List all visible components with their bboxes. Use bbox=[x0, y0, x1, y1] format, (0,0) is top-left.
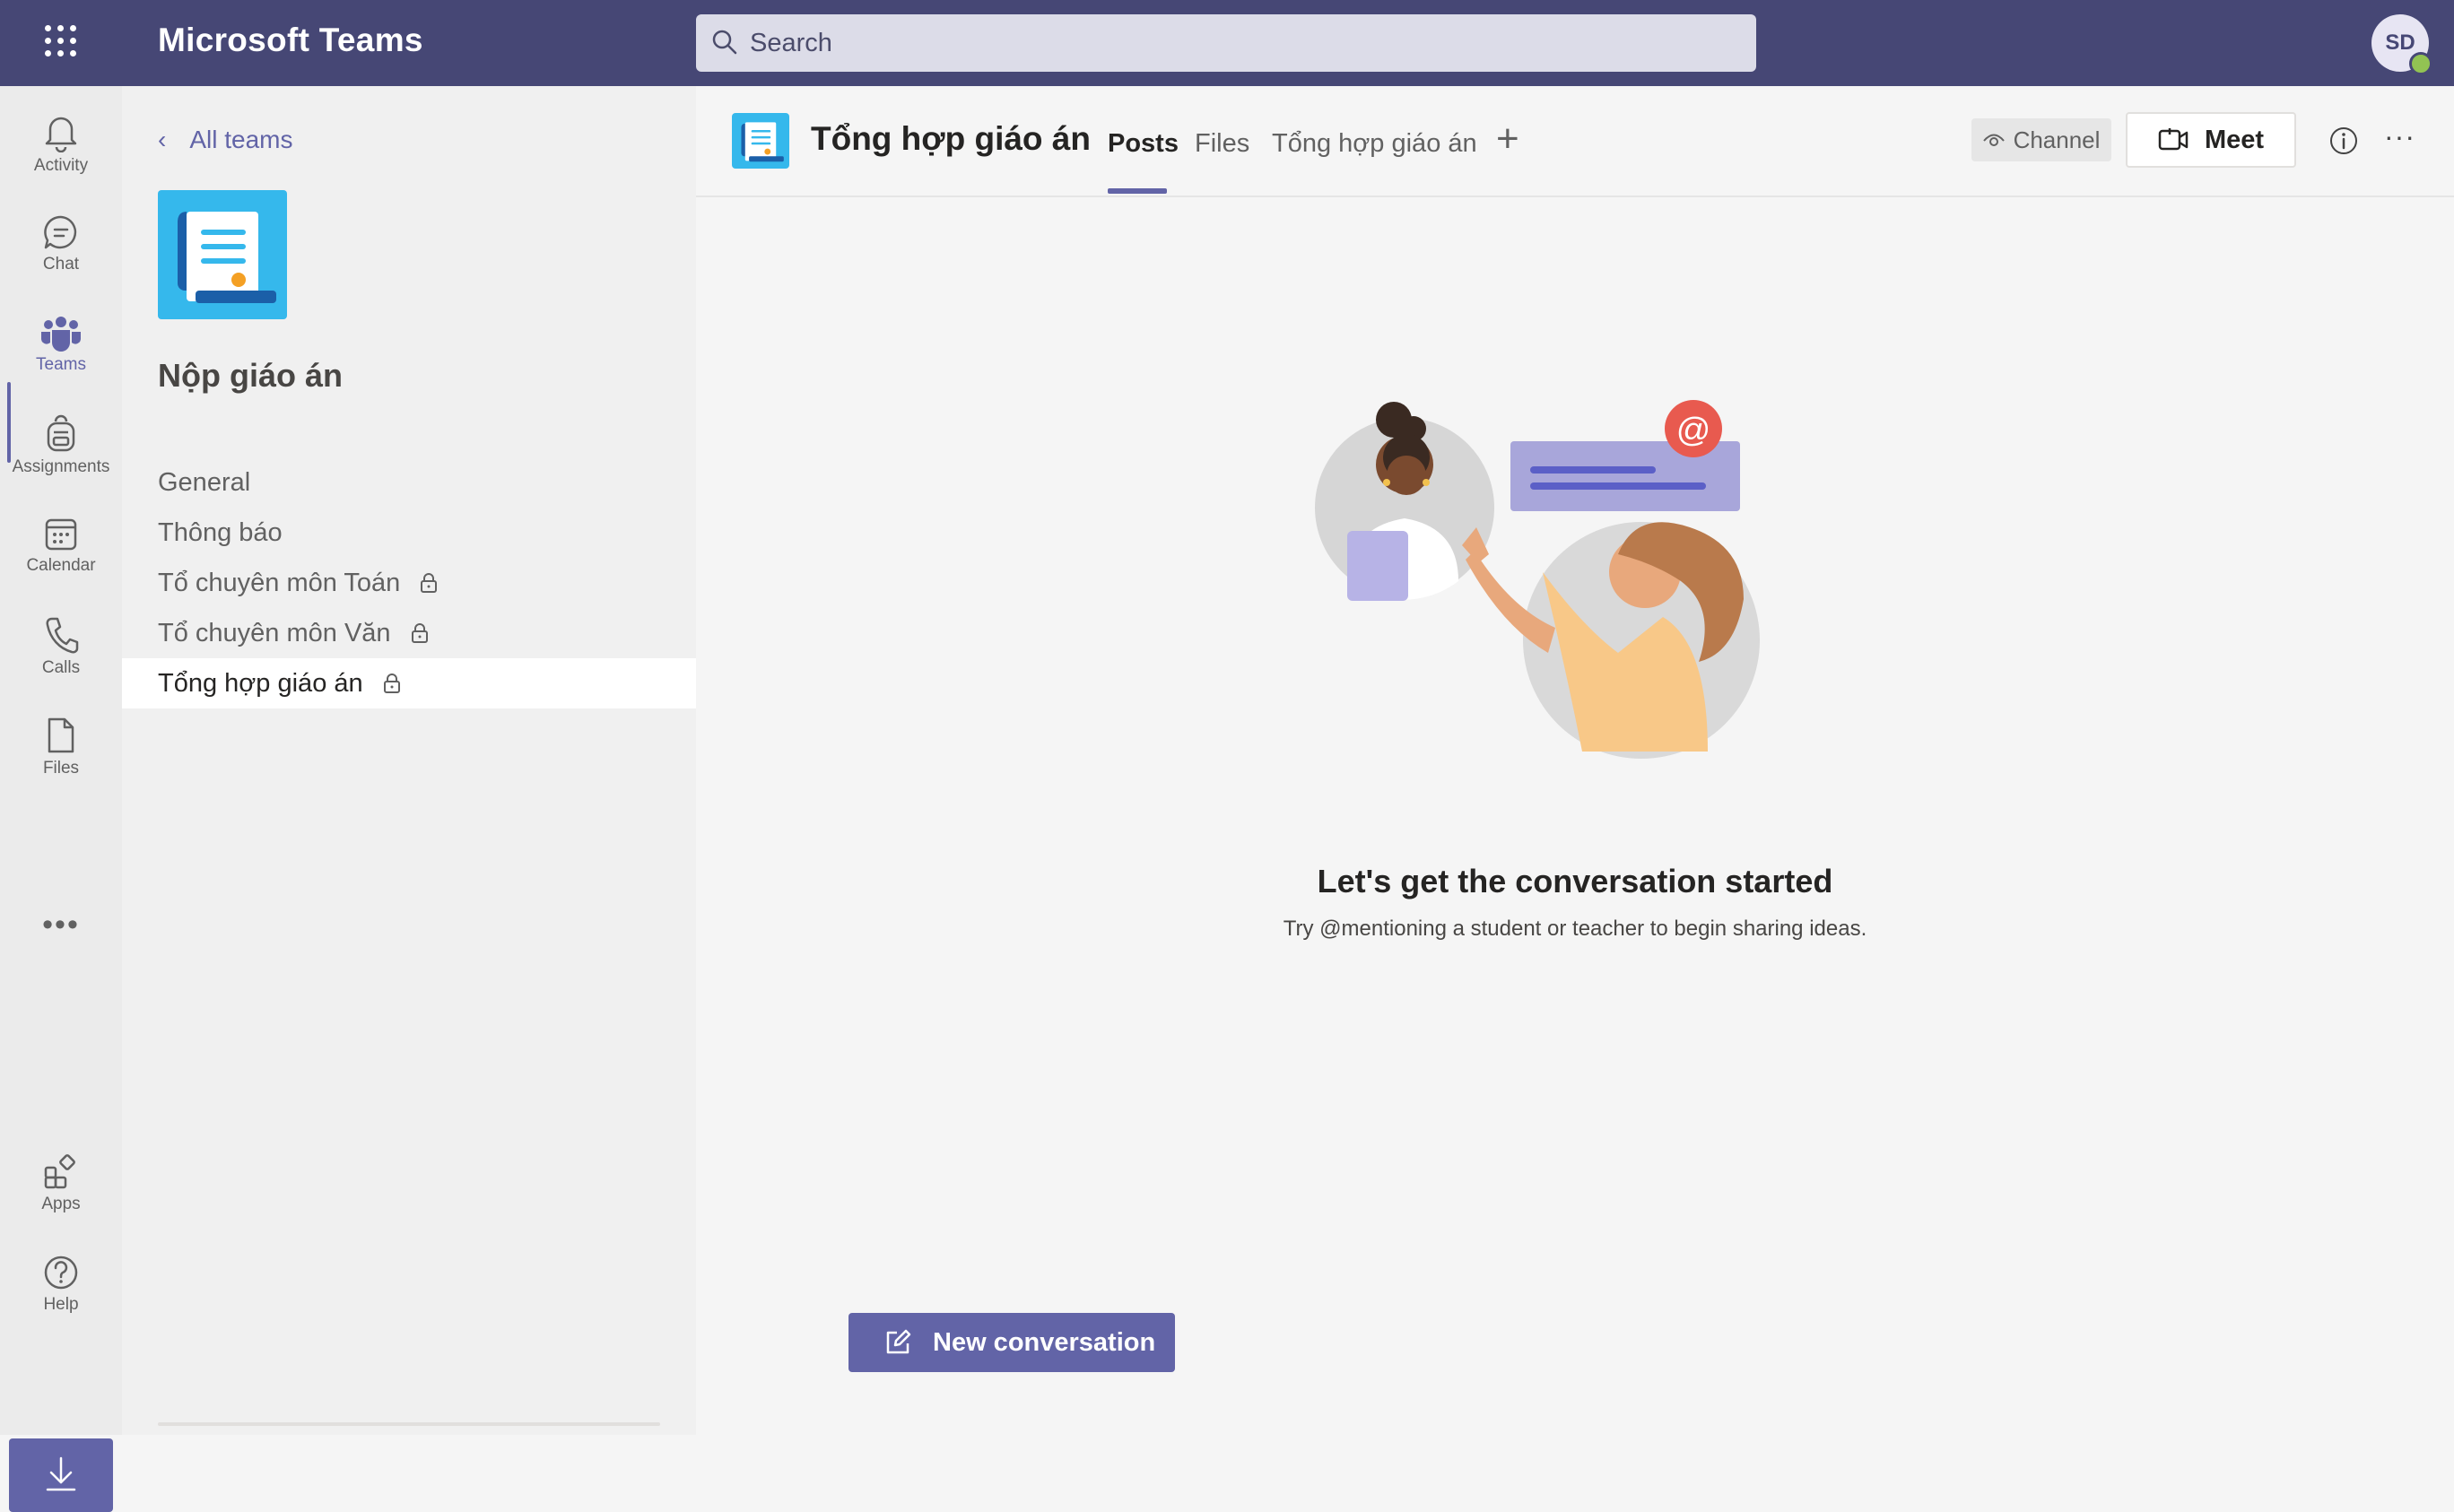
compose-icon bbox=[886, 1329, 911, 1354]
top-bar: Microsoft Teams SD bbox=[0, 0, 2454, 86]
rail-item-assignments[interactable]: Assignments bbox=[0, 402, 122, 493]
conversation-illustration: @ bbox=[1315, 400, 1760, 759]
bell-icon bbox=[45, 117, 77, 152]
rail-item-activity[interactable]: Activity bbox=[0, 100, 122, 192]
rail-label-files: Files bbox=[42, 759, 80, 778]
channel-name: General bbox=[158, 467, 251, 497]
team-name: Nộp giáo án bbox=[158, 357, 343, 394]
add-tab-button[interactable]: + bbox=[1496, 117, 1519, 161]
channel-item-thong-bao[interactable]: Thông báo bbox=[122, 508, 696, 558]
rail-item-help[interactable]: Help bbox=[0, 1241, 122, 1333]
rail-item-teams[interactable]: Teams bbox=[0, 301, 122, 393]
channel-chip-label: Channel bbox=[2013, 126, 2101, 153]
svg-text:@: @ bbox=[1676, 412, 1711, 449]
chevron-left-icon: ‹ bbox=[158, 126, 167, 153]
channel-item-to-chuyen-mon-toan[interactable]: Tổ chuyên môn Toán bbox=[122, 558, 696, 608]
empty-state-subtitle: Try @mentioning a student or teacher to … bbox=[1283, 917, 1867, 941]
rail-label-apps: Apps bbox=[41, 1195, 81, 1213]
all-teams-link[interactable]: ‹ All teams bbox=[158, 122, 292, 158]
meet-button[interactable]: Meet bbox=[2126, 112, 2296, 168]
presence-available-icon bbox=[2409, 52, 2432, 75]
teams-icon bbox=[41, 317, 81, 352]
file-icon bbox=[48, 717, 74, 753]
rail-label-calendar: Calendar bbox=[26, 556, 96, 575]
phone-icon bbox=[46, 617, 79, 654]
new-conversation-button[interactable]: New conversation bbox=[848, 1313, 1175, 1372]
rail-label-assignments: Assignments bbox=[12, 457, 110, 476]
meet-label: Meet bbox=[2204, 125, 2265, 154]
search-box[interactable] bbox=[696, 14, 1756, 72]
chat-icon bbox=[44, 215, 77, 249]
more-apps-icon[interactable]: ••• bbox=[0, 908, 122, 943]
download-button[interactable] bbox=[9, 1438, 113, 1512]
rail-label-teams: Teams bbox=[36, 355, 86, 374]
channel-item-general[interactable]: General bbox=[122, 457, 696, 508]
rail-label-calls: Calls bbox=[41, 658, 81, 677]
active-tab-underline bbox=[1108, 188, 1167, 194]
scroll-document-icon bbox=[741, 122, 784, 162]
help-icon bbox=[44, 1256, 78, 1290]
channel-name: Tổ chuyên môn Văn bbox=[158, 618, 391, 647]
lock-icon bbox=[421, 573, 438, 593]
channel-item-tong-hop-giao-an[interactable]: Tổng hợp giáo án bbox=[122, 658, 696, 708]
channel-header: Tổng hợp giáo án Posts Files Tổng hợp gi… bbox=[696, 86, 2454, 197]
more-options-icon[interactable]: ··· bbox=[2384, 120, 2415, 153]
backpack-icon bbox=[47, 414, 75, 452]
lock-icon bbox=[411, 623, 428, 643]
tab-tong-hop-giao-an[interactable]: Tổng hợp giáo án bbox=[1272, 129, 1477, 159]
tab-files[interactable]: Files bbox=[1195, 129, 1249, 159]
horizontal-scrollbar[interactable] bbox=[158, 1422, 660, 1426]
rail-item-calendar[interactable]: Calendar bbox=[0, 502, 122, 594]
channel-name: Tổ chuyên môn Toán bbox=[158, 568, 401, 597]
app-rail: Activity Chat Teams Assignments Calendar… bbox=[0, 86, 122, 1512]
channel-info-chip[interactable]: Channel bbox=[1971, 118, 2111, 161]
search-icon bbox=[712, 30, 737, 55]
scroll-document-icon bbox=[178, 212, 276, 303]
app-title: Microsoft Teams bbox=[158, 22, 423, 58]
channel-name: Tổng hợp giáo án bbox=[158, 668, 363, 698]
channel-title: Tổng hợp giáo án bbox=[811, 120, 1091, 157]
channel-item-to-chuyen-mon-van[interactable]: Tổ chuyên môn Văn bbox=[122, 608, 696, 658]
channel-name: Thông báo bbox=[158, 517, 283, 547]
rail-item-chat[interactable]: Chat bbox=[0, 201, 122, 292]
empty-state-title: Let's get the conversation started bbox=[1317, 863, 1833, 899]
rail-item-files[interactable]: Files bbox=[0, 703, 122, 795]
team-panel: ‹ All teams Nộp giáo án General Thông bá… bbox=[122, 86, 697, 1435]
search-input[interactable] bbox=[748, 20, 1738, 66]
info-icon[interactable] bbox=[2328, 126, 2359, 156]
lock-icon bbox=[383, 673, 400, 693]
channel-team-icon bbox=[732, 113, 789, 169]
all-teams-label: All teams bbox=[189, 126, 293, 153]
calendar-icon bbox=[45, 518, 77, 551]
video-camera-icon bbox=[2158, 128, 2189, 151]
app-launcher-icon[interactable] bbox=[39, 20, 83, 63]
apps-icon bbox=[44, 1154, 75, 1189]
rail-label-help: Help bbox=[43, 1295, 79, 1314]
channel-main: Tổng hợp giáo án Posts Files Tổng hợp gi… bbox=[696, 86, 2454, 1435]
rail-label-activity: Activity bbox=[33, 156, 89, 175]
team-logo bbox=[158, 190, 287, 319]
eye-icon bbox=[1982, 134, 2005, 146]
rail-item-calls[interactable]: Calls bbox=[0, 603, 122, 694]
download-icon bbox=[46, 1456, 76, 1491]
new-conversation-label: New conversation bbox=[933, 1327, 1156, 1357]
tab-posts[interactable]: Posts bbox=[1108, 129, 1179, 159]
rail-label-chat: Chat bbox=[42, 255, 80, 274]
rail-item-apps[interactable]: Apps bbox=[0, 1141, 122, 1232]
